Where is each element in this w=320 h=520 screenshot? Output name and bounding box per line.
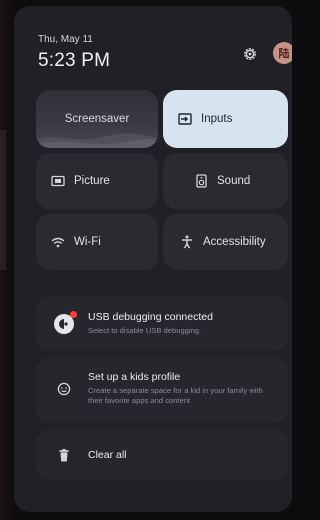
time-label: 5:23 PM xyxy=(38,50,111,71)
tile-screensaver-label: Screensaver xyxy=(64,113,130,125)
tile-picture-label: Picture xyxy=(74,175,110,187)
tile-sound[interactable]: Sound xyxy=(163,153,288,209)
accessibility-icon xyxy=(179,234,195,250)
trash-icon xyxy=(54,445,74,465)
avatar[interactable]: 陆 xyxy=(273,42,292,64)
kids-face-icon xyxy=(54,379,74,399)
tile-screensaver[interactable]: Screensaver xyxy=(36,90,158,148)
tile-accessibility[interactable]: Accessibility xyxy=(163,214,288,270)
usb-title: USB debugging connected xyxy=(88,311,213,323)
tile-inputs[interactable]: Inputs xyxy=(163,90,288,148)
kids-title: Set up a kids profile xyxy=(88,371,181,383)
tile-inputs-label: Inputs xyxy=(201,113,233,125)
usb-subtitle: Select to disable USB debugging. xyxy=(88,326,202,335)
gear-icon[interactable] xyxy=(242,46,258,62)
avatar-initial: 陆 xyxy=(278,48,290,60)
tile-wifi[interactable]: Wi-Fi xyxy=(36,214,158,270)
kids-subtitle: Create a separate space for a kid in you… xyxy=(88,386,263,405)
date-label: Thu, May 11 xyxy=(38,34,93,45)
speaker-icon xyxy=(193,173,209,189)
tile-picture[interactable]: Picture xyxy=(36,153,158,209)
notification-dot xyxy=(70,311,77,318)
background-app-strip xyxy=(0,130,6,270)
input-icon xyxy=(177,111,193,127)
tile-accessibility-label: Accessibility xyxy=(203,236,266,248)
wifi-icon xyxy=(50,234,66,250)
notification-kids-profile[interactable]: Set up a kids profile Create a separate … xyxy=(36,357,288,423)
clear-all-label: Clear all xyxy=(88,449,127,461)
tile-wifi-label: Wi-Fi xyxy=(74,236,101,248)
tile-sound-label: Sound xyxy=(217,175,251,187)
picture-icon xyxy=(50,173,66,189)
notification-usb-debugging[interactable]: USB debugging connected Select to disabl… xyxy=(36,296,288,351)
clear-all-button[interactable]: Clear all xyxy=(36,429,288,480)
screensaver-wave-graphic xyxy=(36,133,158,148)
